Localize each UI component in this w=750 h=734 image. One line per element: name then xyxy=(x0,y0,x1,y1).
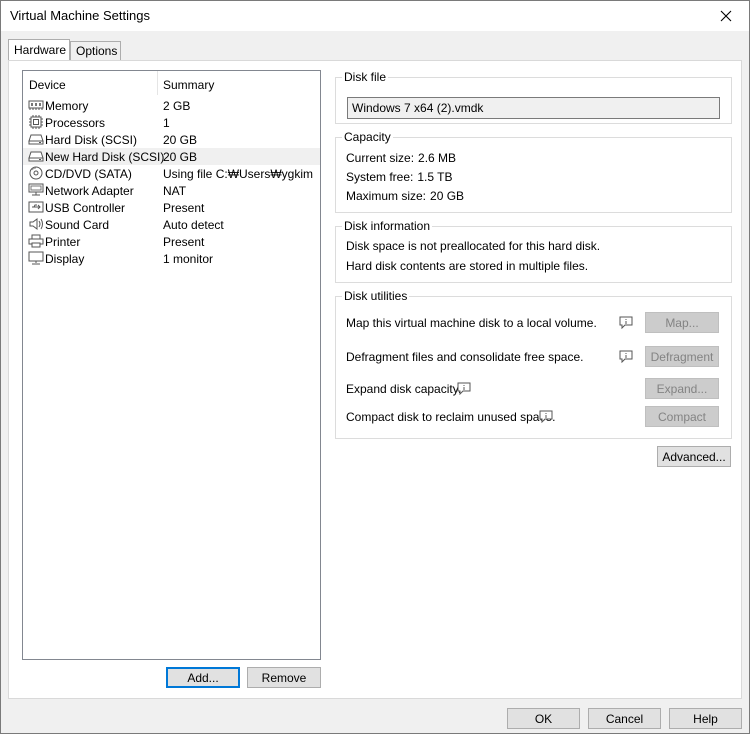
system-free-label: System free: xyxy=(346,170,414,184)
disk-utilities-group: Disk utilities Map this virtual machine … xyxy=(335,289,732,439)
device-name: Hard Disk (SCSI) xyxy=(45,133,138,147)
cd-dvd-icon xyxy=(29,166,43,180)
device-row-usb-controller[interactable]: USB Controller Present xyxy=(23,199,320,216)
device-name: Printer xyxy=(45,235,81,249)
expand-description: Expand disk capacity. xyxy=(346,382,462,396)
display-icon xyxy=(28,251,44,265)
info-icon[interactable] xyxy=(619,316,633,329)
device-name: Sound Card xyxy=(45,218,110,232)
device-list-header: Device Summary xyxy=(23,71,320,97)
dialog-button-bar: OK Cancel Help xyxy=(1,699,749,734)
printer-icon xyxy=(28,234,44,248)
sound-card-icon xyxy=(29,218,43,230)
cancel-button[interactable]: Cancel xyxy=(588,708,661,729)
device-summary: 20 GB xyxy=(163,133,198,147)
tab-hardware[interactable]: Hardware xyxy=(8,39,70,60)
tab-options[interactable]: Options xyxy=(70,41,121,60)
window-title: Virtual Machine Settings xyxy=(10,8,150,23)
disk-info-line-2: Hard disk contents are stored in multipl… xyxy=(346,259,589,273)
device-row-memory[interactable]: Memory 2 GB xyxy=(23,97,320,114)
defragment-button[interactable]: Defragment xyxy=(645,346,719,367)
capacity-group: Capacity Current size: 2.6 MB System free… xyxy=(335,130,732,213)
disk-info-line-1: Disk space is not preallocated for this … xyxy=(346,239,601,253)
system-free-line: System free: 1.5 TB xyxy=(346,170,453,184)
ok-button[interactable]: OK xyxy=(507,708,580,729)
add-button[interactable]: Add... xyxy=(166,667,240,688)
disk-utilities-legend: Disk utilities xyxy=(342,289,410,303)
device-list[interactable]: Device Summary Memory 2 GB Processors 1 … xyxy=(22,70,321,660)
device-row-network-adapter[interactable]: Network Adapter NAT xyxy=(23,182,320,199)
hard-disk-icon xyxy=(28,151,44,162)
device-row-new-hard-disk-scsi[interactable]: New Hard Disk (SCSI) 20 GB xyxy=(23,148,320,165)
defragment-description: Defragment files and consolidate free sp… xyxy=(346,350,584,364)
disk-file-field[interactable]: Windows 7 x64 (2).vmdk xyxy=(347,97,720,119)
device-row-printer[interactable]: Printer Present xyxy=(23,233,320,250)
device-summary: NAT xyxy=(163,184,187,198)
column-header-summary[interactable]: Summary xyxy=(163,78,214,92)
remove-button[interactable]: Remove xyxy=(247,667,321,688)
maximum-size-label: Maximum size: xyxy=(346,189,427,203)
device-summary: Present xyxy=(163,235,205,249)
maximum-size-value: 20 GB xyxy=(430,189,465,203)
maximum-size-line: Maximum size: 20 GB xyxy=(346,189,464,203)
close-button[interactable] xyxy=(703,1,749,31)
hardware-tab-panel: Device Summary Memory 2 GB Processors 1 … xyxy=(8,60,742,699)
column-header-device[interactable]: Device xyxy=(29,78,66,92)
disk-information-legend: Disk information xyxy=(342,219,433,233)
disk-file-legend: Disk file xyxy=(342,70,389,84)
device-name: Memory xyxy=(45,99,89,113)
column-separator[interactable] xyxy=(157,71,158,95)
info-icon[interactable] xyxy=(539,410,553,423)
device-summary: Using file C:₩Users₩ygkim... xyxy=(163,167,313,181)
memory-icon xyxy=(28,100,44,110)
device-row-cd-dvd-sata[interactable]: CD/DVD (SATA) Using file C:₩Users₩ygkim.… xyxy=(23,165,320,182)
device-name: New Hard Disk (SCSI) xyxy=(45,150,165,164)
device-summary: Present xyxy=(163,201,205,215)
current-size-label: Current size: xyxy=(346,151,415,165)
device-name: Network Adapter xyxy=(45,184,134,198)
processor-icon xyxy=(29,115,43,129)
capacity-legend: Capacity xyxy=(342,130,393,144)
system-free-value: 1.5 TB xyxy=(417,170,453,184)
device-summary: 2 GB xyxy=(163,99,191,113)
help-button[interactable]: Help xyxy=(669,708,742,729)
map-button[interactable]: Map... xyxy=(645,312,719,333)
device-summary: 1 monitor xyxy=(163,252,214,266)
current-size-line: Current size: 2.6 MB xyxy=(346,151,456,165)
hard-disk-icon xyxy=(28,134,44,145)
device-row-processors[interactable]: Processors 1 xyxy=(23,114,320,131)
disk-information-group: Disk information Disk space is not preal… xyxy=(335,219,732,283)
device-name: Display xyxy=(45,252,85,266)
device-summary: 20 GB xyxy=(163,150,198,164)
disk-file-group: Disk file Windows 7 x64 (2).vmdk xyxy=(335,70,732,124)
device-row-hard-disk-scsi[interactable]: Hard Disk (SCSI) 20 GB xyxy=(23,131,320,148)
usb-controller-icon xyxy=(28,201,44,213)
title-bar: Virtual Machine Settings xyxy=(1,1,749,31)
map-description: Map this virtual machine disk to a local… xyxy=(346,316,597,330)
advanced-button[interactable]: Advanced... xyxy=(657,446,731,467)
device-name: CD/DVD (SATA) xyxy=(45,167,132,181)
expand-button[interactable]: Expand... xyxy=(645,378,719,399)
info-icon[interactable] xyxy=(457,382,471,395)
network-adapter-icon xyxy=(28,183,44,196)
device-summary: 1 xyxy=(163,116,170,130)
current-size-value: 2.6 MB xyxy=(418,151,457,165)
compact-button[interactable]: Compact xyxy=(645,406,719,427)
device-row-display[interactable]: Display 1 monitor xyxy=(23,250,320,267)
info-icon[interactable] xyxy=(619,350,633,363)
device-row-sound-card[interactable]: Sound Card Auto detect xyxy=(23,216,320,233)
device-summary: Auto detect xyxy=(163,218,224,232)
close-icon xyxy=(720,10,732,22)
device-name: USB Controller xyxy=(45,201,126,215)
device-name: Processors xyxy=(45,116,106,130)
virtual-machine-settings-window: Virtual Machine Settings Hardware Option… xyxy=(0,0,750,734)
compact-description: Compact disk to reclaim unused space. xyxy=(346,410,556,424)
